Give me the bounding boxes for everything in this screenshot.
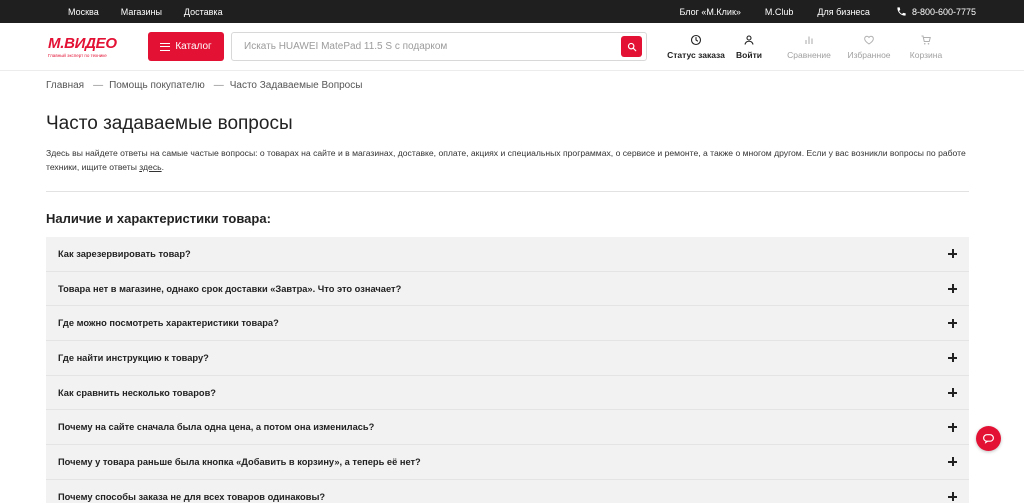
heart-icon	[864, 35, 874, 45]
breadcrumb-help[interactable]: Помощь покупателю	[109, 80, 205, 91]
faq-item[interactable]: Как зарезервировать товар?	[46, 237, 969, 272]
breadcrumb-separator: —	[93, 80, 104, 91]
login-label: Войти	[736, 49, 762, 60]
compare-label: Сравнение	[787, 49, 831, 60]
plus-icon	[948, 318, 957, 328]
chat-button[interactable]	[976, 426, 1001, 451]
delivery-link[interactable]: Доставка	[184, 7, 223, 17]
cart-icon	[921, 35, 931, 45]
search-input[interactable]	[232, 33, 621, 60]
intro-body: Здесь вы найдете ответы на самые частые …	[46, 148, 966, 172]
menu-icon	[160, 42, 171, 51]
faq-item[interactable]: Как сравнить несколько товаров?	[46, 375, 969, 411]
divider	[46, 191, 969, 192]
faq-item[interactable]: Где найти инструкцию к товару?	[46, 341, 969, 376]
breadcrumb: Главная — Помощь покупателю — Часто Зада…	[46, 80, 362, 91]
faq-list: Как зарезервировать товар? Товара нет в …	[46, 237, 969, 503]
blog-link[interactable]: Блог «М.Клик»	[679, 7, 740, 17]
faq-question: Как зарезервировать товар?	[58, 248, 191, 259]
breadcrumb-separator: —	[213, 80, 224, 91]
intro-end: .	[161, 162, 164, 172]
faq-question: Как сравнить несколько товаров?	[58, 387, 216, 398]
faq-question: Почему у товара раньше была кнопка «Доба…	[58, 456, 421, 467]
favorites-button[interactable]: Избранное	[839, 34, 899, 60]
cart-button[interactable]: Корзина	[899, 34, 953, 60]
chat-icon	[983, 434, 994, 444]
faq-item[interactable]: Почему способы заказа не для всех товаро…	[46, 479, 969, 503]
plus-icon	[948, 492, 957, 502]
compare-button[interactable]: Сравнение	[779, 34, 839, 60]
phone-number: 8-800-600-7775	[911, 6, 976, 17]
business-link[interactable]: Для бизнеса	[817, 7, 870, 17]
phone-link[interactable]: 8-800-600-7775	[896, 6, 976, 17]
faq-item[interactable]: Где можно посмотреть характеристики това…	[46, 306, 969, 342]
stores-link[interactable]: Магазины	[121, 7, 162, 17]
intro-link[interactable]: здесь	[139, 162, 161, 172]
search-button[interactable]	[621, 36, 642, 57]
faq-question: Почему способы заказа не для всех товаро…	[58, 491, 326, 502]
faq-question: Товара нет в магазине, однако срок доста…	[58, 283, 402, 294]
plus-icon	[948, 353, 957, 363]
faq-question: Где можно посмотреть характеристики това…	[58, 318, 279, 329]
logo-text: М.ВИДЕО	[48, 34, 117, 52]
login-button[interactable]: Войти	[725, 34, 773, 60]
order-status-label: Статус заказа	[667, 49, 725, 60]
faq-question: Где найти инструкцию к товару?	[58, 352, 209, 363]
clock-icon	[690, 34, 702, 45]
faq-item[interactable]: Почему на сайте сначала была одна цена, …	[46, 410, 969, 446]
catalog-label: Каталог	[175, 41, 212, 52]
logo[interactable]: М.ВИДЕО Главный эксперт по технике	[48, 36, 138, 58]
faq-item[interactable]: Почему у товара раньше была кнопка «Доба…	[46, 445, 969, 480]
city-link[interactable]: Москва	[68, 7, 99, 17]
search-box	[231, 32, 647, 61]
plus-icon	[948, 457, 957, 467]
intro-text: Здесь вы найдете ответы на самые частые …	[46, 146, 976, 174]
phone-icon	[897, 7, 906, 16]
order-status-button[interactable]: Статус заказа	[667, 34, 725, 60]
header: М.ВИДЕО Главный эксперт по технике Катал…	[0, 23, 1024, 71]
plus-icon	[948, 422, 957, 432]
favorites-label: Избранное	[847, 49, 891, 60]
plus-icon	[948, 388, 957, 398]
mclub-link[interactable]: M.Club	[765, 7, 794, 17]
top-bar: Москва Магазины Доставка Блог «М.Клик» M…	[0, 0, 1024, 23]
cart-label: Корзина	[909, 49, 943, 60]
page-title: Часто задаваемые вопросы	[46, 113, 293, 134]
breadcrumb-home[interactable]: Главная	[46, 80, 84, 91]
breadcrumb-current: Часто Задаваемые Вопросы	[229, 80, 363, 91]
section-title: Наличие и характеристики товара:	[46, 211, 271, 226]
user-icon	[744, 34, 754, 45]
compare-icon	[805, 36, 813, 44]
catalog-button[interactable]: Каталог	[148, 32, 224, 61]
plus-icon	[948, 284, 957, 294]
logo-tagline: Главный эксперт по технике	[48, 52, 107, 58]
search-icon	[627, 42, 636, 51]
plus-icon	[948, 249, 957, 259]
faq-item[interactable]: Товара нет в магазине, однако срок доста…	[46, 271, 969, 307]
faq-question: Почему на сайте сначала была одна цена, …	[58, 422, 375, 433]
